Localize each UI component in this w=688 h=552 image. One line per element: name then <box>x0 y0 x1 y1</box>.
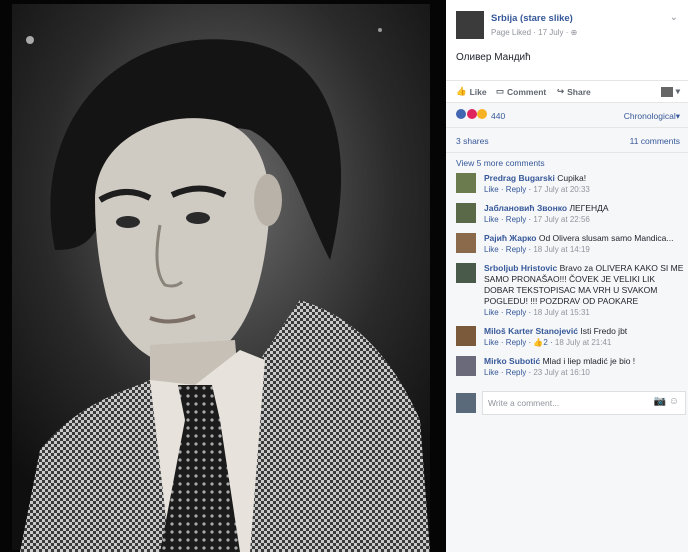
comment-item: Рајић Жарко Od Olivera slusam samo Mandi… <box>456 233 684 261</box>
post-meta: Page Liked · 17 July · ⊕ <box>491 28 577 37</box>
reaction-count[interactable]: 440 <box>491 111 505 121</box>
page-avatar[interactable] <box>456 11 484 39</box>
comment-body: Predrag Bugarski Cupika! Like · Reply · … <box>484 173 590 194</box>
comment-like-link[interactable]: Like <box>484 185 499 194</box>
comment-item: Predrag Bugarski Cupika! Like · Reply · … <box>456 173 684 201</box>
comment-time[interactable]: 23 July at 16:10 <box>533 368 589 377</box>
comment-text: Isti Fredo jbt <box>580 326 628 336</box>
avatar[interactable] <box>456 263 476 283</box>
emoji-icon[interactable]: ☺ <box>669 396 679 407</box>
post-side-panel: Srbija (stare slike) Page Liked · 17 Jul… <box>446 0 688 552</box>
reaction-icons[interactable] <box>456 109 488 121</box>
comment-author[interactable]: Mirko Subotić <box>484 356 540 366</box>
comment-like-link[interactable]: Like <box>484 368 499 377</box>
comment-time[interactable]: 17 July at 20:33 <box>533 185 589 194</box>
share-button[interactable]: ↪ Share <box>557 86 591 97</box>
post-header: Srbija (stare slike) Page Liked · 17 Jul… <box>446 0 688 44</box>
comment-item: Mirko Subotić Mlad i liep mladić je bio … <box>456 356 684 384</box>
avatar[interactable] <box>456 326 476 346</box>
comments-section: View 5 more comments Predrag Bugarski Cu… <box>446 152 688 552</box>
portrait-image <box>0 0 446 552</box>
comment-body: Mirko Subotić Mlad i liep mladić je bio … <box>484 356 636 377</box>
comment-item: Miloš Karter Stanojević Isti Fredo jbt L… <box>456 326 684 354</box>
post-actions: 👍 Like ▭ Comment ↪ Share ▾ <box>446 80 688 101</box>
chevron-down-icon: ▾ <box>675 111 680 121</box>
camera-icon[interactable]: 📷 <box>654 396 666 407</box>
comment-body: Miloš Karter Stanojević Isti Fredo jbt L… <box>484 326 628 347</box>
share-label: Share <box>567 86 591 97</box>
audience-selector[interactable]: ▾ <box>660 86 680 97</box>
chevron-down-icon: ▾ <box>675 86 680 96</box>
comment-author[interactable]: Predrag Bugarski <box>484 173 555 183</box>
comment-text: ЛЕГЕНДА <box>569 203 609 213</box>
comment-like-link[interactable]: Like <box>484 338 499 347</box>
page-liked-label: Page Liked <box>491 28 532 37</box>
post-date[interactable]: 17 July <box>538 28 563 37</box>
comment-time[interactable]: 18 July at 21:41 <box>555 338 611 347</box>
comment-time[interactable]: 17 July at 22:56 <box>533 215 589 224</box>
share-icon: ↪ <box>557 86 565 96</box>
comment-author[interactable]: Miloš Karter Stanojević <box>484 326 578 336</box>
comments-count-link[interactable]: 11 comments <box>630 136 680 146</box>
like-reaction-icon <box>456 109 466 119</box>
comment-button[interactable]: ▭ Comment <box>496 86 546 97</box>
comment-body: Srboljub Hristovic Bravo za OLIVERA KAKO… <box>484 263 684 317</box>
comment-input[interactable]: Write a comment... 📷 ☺ <box>482 391 686 415</box>
comment-like-count[interactable]: 2 <box>543 338 547 347</box>
avatar[interactable] <box>456 173 476 193</box>
comment-author[interactable]: Рајић Жарко <box>484 233 536 243</box>
like-icon: 👍 <box>533 338 544 347</box>
comment-input-placeholder: Write a comment... <box>488 398 560 408</box>
reactions-bar: 440 Chronological▾ <box>446 102 688 127</box>
comment-reply-link[interactable]: Reply <box>506 215 526 224</box>
page-name-link[interactable]: Srbija (stare slike) <box>491 13 573 24</box>
comment-label: Comment <box>507 86 547 97</box>
haha-reaction-icon <box>477 109 488 119</box>
comment-body: Рајић Жарко Od Olivera slusam samo Mandi… <box>484 233 674 254</box>
comment-author[interactable]: Srboljub Hristovic <box>484 263 557 273</box>
avatar[interactable] <box>456 203 476 223</box>
like-icon: 👍 <box>456 86 467 96</box>
globe-icon: ⊕ <box>570 28 578 37</box>
comment-reply-link[interactable]: Reply <box>506 338 526 347</box>
shares-link[interactable]: 3 shares <box>456 136 489 146</box>
avatar[interactable] <box>456 233 476 253</box>
chevron-down-icon[interactable]: ⌄ <box>670 12 678 23</box>
input-icons: 📷 ☺ <box>654 396 679 407</box>
post-photo[interactable] <box>0 0 446 552</box>
comment-like-link[interactable]: Like <box>484 308 499 317</box>
post-caption: Оливер Мандић <box>456 52 531 63</box>
love-reaction-icon <box>466 109 477 119</box>
comment-item: Srboljub Hristovic Bravo za OLIVERA KAKO… <box>456 263 684 325</box>
avatar[interactable] <box>456 356 476 376</box>
view-more-comments[interactable]: View 5 more comments <box>456 158 545 168</box>
like-button[interactable]: 👍 Like <box>456 86 487 97</box>
comment-reply-link[interactable]: Reply <box>506 308 526 317</box>
comment-icon: ▭ <box>496 86 505 96</box>
avatar <box>456 393 476 413</box>
comment-text: Mlad i liep mladić je bio ! <box>542 356 636 366</box>
comment-author[interactable]: Јаблановић Звонко <box>484 203 567 213</box>
avatar-small <box>660 86 673 97</box>
comment-body: Јаблановић Звонко ЛЕГЕНДА Like · Reply ·… <box>484 203 609 224</box>
comment-like-link[interactable]: Like <box>484 245 499 254</box>
comment-item: Јаблановић Звонко ЛЕГЕНДА Like · Reply ·… <box>456 203 684 231</box>
comment-text: Od Olivera slusam samo Mandica... <box>538 233 674 243</box>
comment-reply-link[interactable]: Reply <box>506 185 526 194</box>
comment-time[interactable]: 18 July at 15:31 <box>533 308 589 317</box>
write-comment-row: Write a comment... 📷 ☺ <box>456 391 686 415</box>
like-label: Like <box>469 86 487 97</box>
comment-reply-link[interactable]: Reply <box>506 245 526 254</box>
sort-label: Chronological <box>623 111 676 121</box>
comment-reply-link[interactable]: Reply <box>506 368 526 377</box>
comment-time[interactable]: 18 July at 14:19 <box>533 245 589 254</box>
comment-text: Cupika! <box>557 173 587 183</box>
comment-like-link[interactable]: Like <box>484 215 499 224</box>
post-stats: 3 shares 11 comments <box>446 127 688 152</box>
sort-dropdown[interactable]: Chronological▾ <box>624 111 680 122</box>
